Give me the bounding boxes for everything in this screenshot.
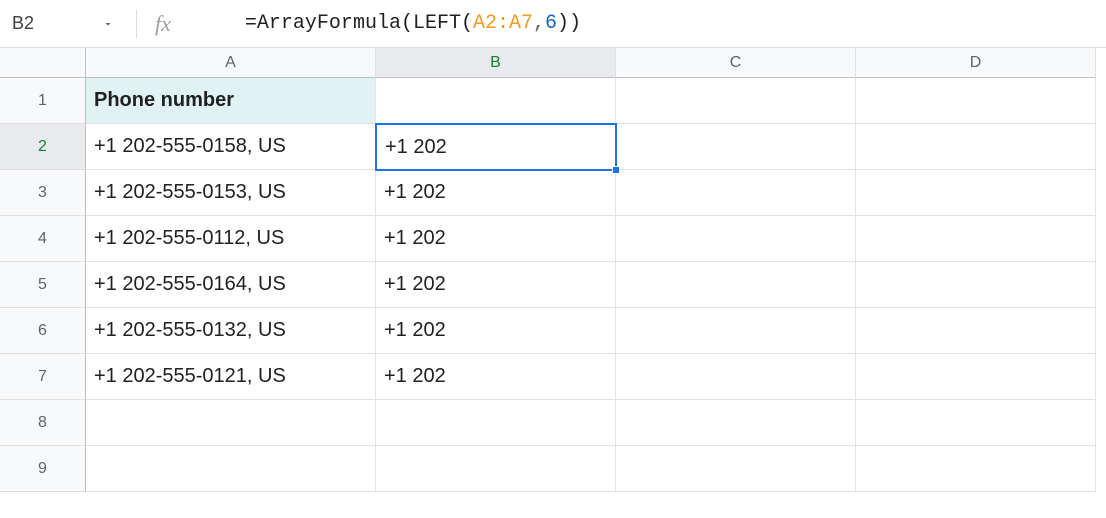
cell-d6[interactable] [856,308,1096,354]
row-label: 8 [38,414,47,432]
col-header-d[interactable]: D [856,48,1096,78]
row-label: 7 [38,368,47,386]
cell-value: +1 202-555-0121, US [94,365,286,388]
cell-value: +1 202 [385,136,447,159]
cell-value: +1 202 [384,365,446,388]
cell-d8[interactable] [856,400,1096,446]
formula-part-eq: = [245,12,257,35]
row-header-8[interactable]: 8 [0,400,86,446]
cell-value: +1 202-555-0153, US [94,181,286,204]
cell-value: +1 202 [384,273,446,296]
cell-a9[interactable] [86,446,376,492]
cell-a4[interactable]: +1 202-555-0112, US [86,216,376,262]
row-label: 5 [38,276,47,294]
cell-a5[interactable]: +1 202-555-0164, US [86,262,376,308]
formula-part-fn2: LEFT [413,12,461,35]
col-label: D [970,54,982,72]
cell-value: +1 202 [384,319,446,342]
formula-part-close1: ) [569,12,581,35]
cell-c8[interactable] [616,400,856,446]
cell-b5[interactable]: +1 202 [376,262,616,308]
cell-c6[interactable] [616,308,856,354]
cell-c7[interactable] [616,354,856,400]
cell-d3[interactable] [856,170,1096,216]
row-label: 1 [38,92,47,110]
row-header-1[interactable]: 1 [0,78,86,124]
cell-value: +1 202 [384,181,446,204]
cell-a8[interactable] [86,400,376,446]
col-header-c[interactable]: C [616,48,856,78]
formula-part-num: 6 [545,12,557,35]
formula-part-open2: ( [461,12,473,35]
cell-value: +1 202-555-0132, US [94,319,286,342]
cell-a7[interactable]: +1 202-555-0121, US [86,354,376,400]
separator [136,10,137,38]
cell-c4[interactable] [616,216,856,262]
cell-d1[interactable] [856,78,1096,124]
formula-part-range: A2:A7 [473,12,533,35]
cell-value: +1 202-555-0158, US [94,135,286,158]
cell-d4[interactable] [856,216,1096,262]
cell-d5[interactable] [856,262,1096,308]
cell-a6[interactable]: +1 202-555-0132, US [86,308,376,354]
cell-a3[interactable]: +1 202-555-0153, US [86,170,376,216]
col-header-a[interactable]: A [86,48,376,78]
col-label: B [490,54,501,72]
cell-d2[interactable] [856,124,1096,170]
row-label: 2 [38,138,47,156]
row-header-3[interactable]: 3 [0,170,86,216]
spreadsheet-grid: A B C D 1 Phone number 2 +1 202-555-0158… [0,48,1106,492]
col-label: A [225,54,236,72]
cell-d7[interactable] [856,354,1096,400]
row-header-6[interactable]: 6 [0,308,86,354]
select-all-corner[interactable] [0,48,86,78]
row-header-4[interactable]: 4 [0,216,86,262]
cell-c5[interactable] [616,262,856,308]
cell-b8[interactable] [376,400,616,446]
cell-b9[interactable] [376,446,616,492]
cell-d9[interactable] [856,446,1096,492]
cell-b2[interactable]: +1 202 [375,123,617,171]
cell-b3[interactable]: +1 202 [376,170,616,216]
cell-b7[interactable]: +1 202 [376,354,616,400]
cell-value: +1 202-555-0112, US [94,227,284,250]
formula-bar: B2 fx =ArrayFormula(LEFT(A2:A7,6)) [0,0,1106,48]
cell-b6[interactable]: +1 202 [376,308,616,354]
row-header-9[interactable]: 9 [0,446,86,492]
row-label: 4 [38,230,47,248]
col-header-b[interactable]: B [376,48,616,78]
formula-part-fn1: ArrayFormula [257,12,401,35]
cell-value: Phone number [94,89,234,112]
row-label: 3 [38,184,47,202]
formula-part-open1: ( [401,12,413,35]
name-box[interactable]: B2 [0,0,90,47]
col-label: C [730,54,742,72]
formula-part-close2: ) [557,12,569,35]
row-header-5[interactable]: 5 [0,262,86,308]
selection-handle[interactable] [612,166,620,174]
chevron-down-icon [102,18,114,30]
cell-b4[interactable]: +1 202 [376,216,616,262]
cell-value: +1 202 [384,227,446,250]
row-label: 6 [38,322,47,340]
fx-icon: fx [155,11,171,37]
cell-value: +1 202-555-0164, US [94,273,286,296]
cell-a1[interactable]: Phone number [86,78,376,124]
cell-c9[interactable] [616,446,856,492]
cell-a2[interactable]: +1 202-555-0158, US [86,124,376,170]
row-header-2[interactable]: 2 [0,124,86,170]
cell-b1[interactable] [376,78,616,124]
row-label: 9 [38,460,47,478]
name-box-dropdown[interactable] [90,18,126,30]
cell-c3[interactable] [616,170,856,216]
formula-part-sep: , [533,12,545,35]
cell-c1[interactable] [616,78,856,124]
cell-c2[interactable] [616,124,856,170]
row-header-7[interactable]: 7 [0,354,86,400]
name-box-value: B2 [12,13,34,34]
